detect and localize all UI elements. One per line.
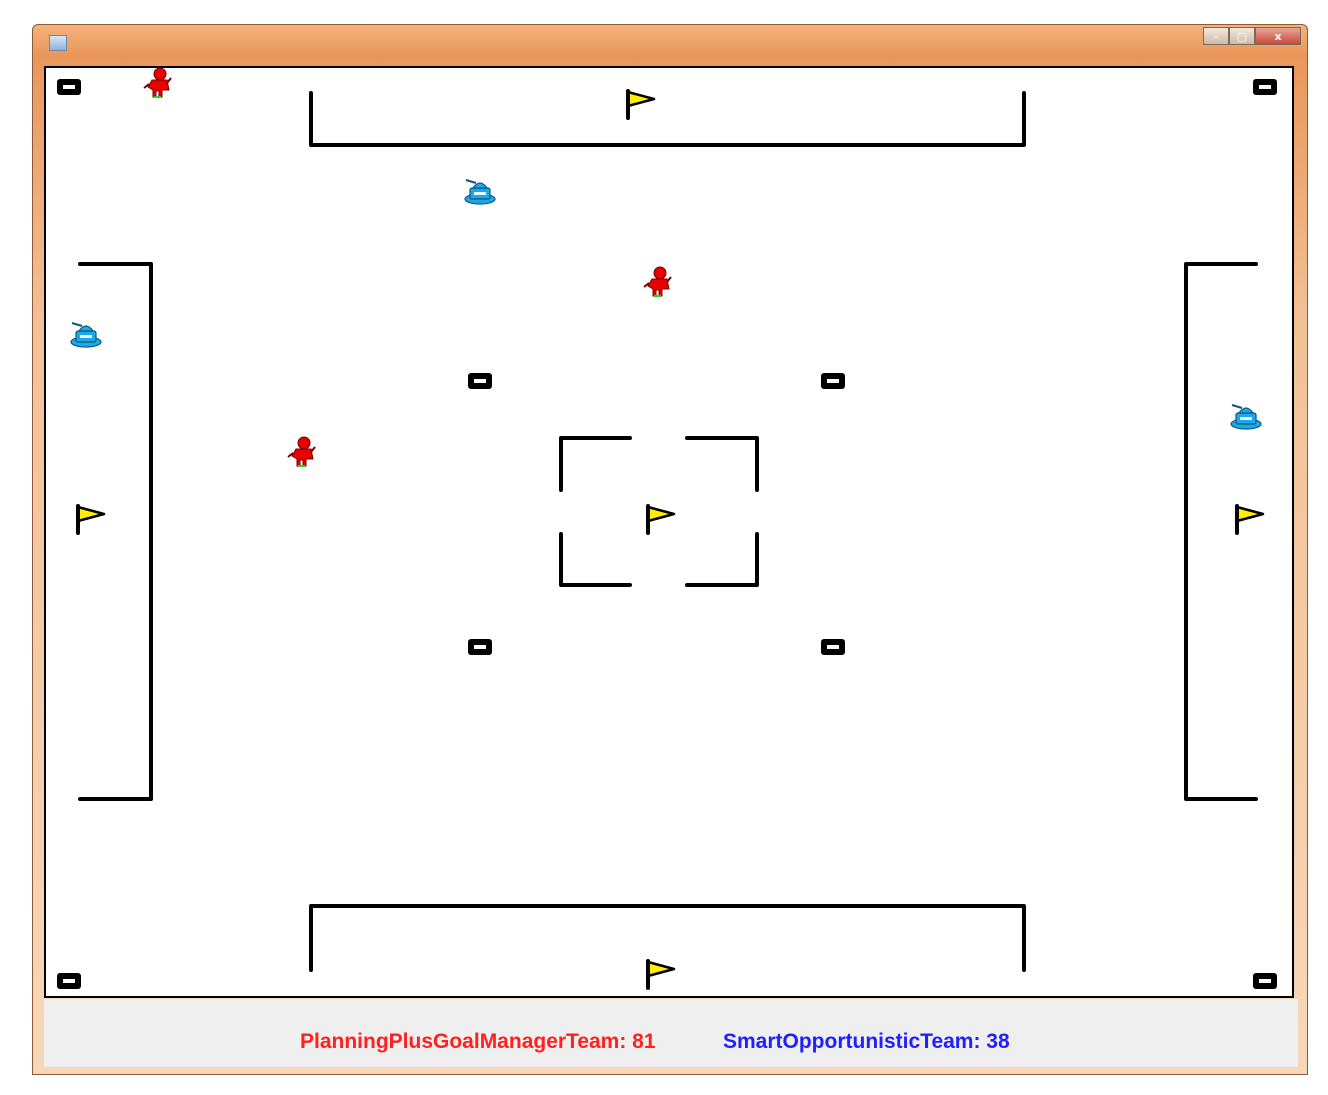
center-wall-tr xyxy=(685,436,759,492)
flag-icon xyxy=(1235,504,1265,535)
supply-box-icon xyxy=(57,79,81,95)
center-wall-br xyxy=(685,532,759,587)
supply-box-icon xyxy=(468,373,492,389)
top-wall xyxy=(309,91,1026,147)
supply-box-icon xyxy=(57,973,81,989)
supply-box-icon xyxy=(1253,973,1277,989)
tank-icon xyxy=(70,322,102,348)
center-wall-tl xyxy=(559,436,632,492)
soldier-icon xyxy=(287,436,316,467)
supply-box-icon xyxy=(468,639,492,655)
supply-box-icon xyxy=(821,639,845,655)
supply-box-icon xyxy=(1253,79,1277,95)
tank-icon xyxy=(1230,404,1262,430)
soldier-icon xyxy=(143,67,172,98)
flag-icon xyxy=(646,959,676,990)
right-wall xyxy=(1184,262,1258,801)
flag-icon xyxy=(646,504,676,535)
flag-icon xyxy=(626,89,656,120)
supply-box-icon xyxy=(821,373,845,389)
soldier-icon xyxy=(643,266,672,297)
bottom-wall xyxy=(309,904,1026,972)
tank-icon xyxy=(464,179,496,205)
flag-icon xyxy=(76,504,106,535)
game-layer xyxy=(57,67,1277,990)
walls xyxy=(78,91,1258,972)
center-wall-bl xyxy=(559,532,632,587)
